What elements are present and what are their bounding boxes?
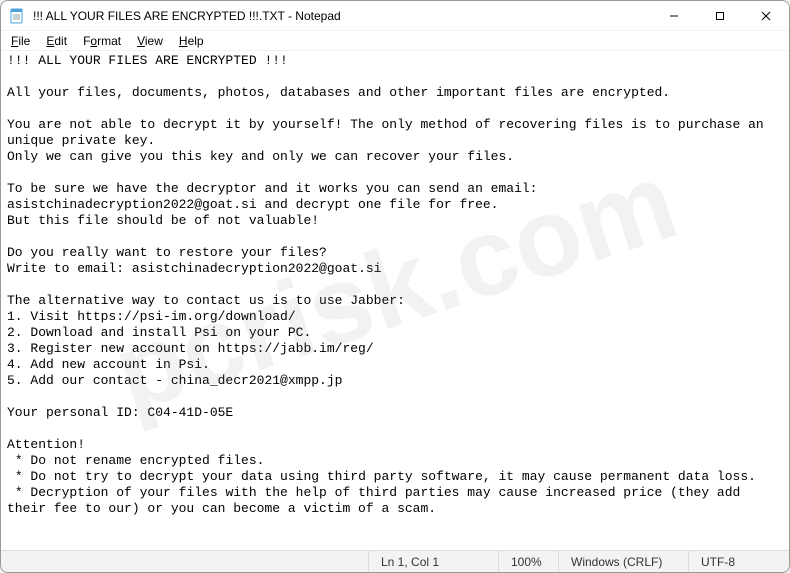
- status-zoom: 100%: [499, 551, 559, 572]
- window-title: !!! ALL YOUR FILES ARE ENCRYPTED !!!.TXT…: [33, 9, 651, 23]
- text-area[interactable]: !!! ALL YOUR FILES ARE ENCRYPTED !!! All…: [1, 51, 789, 550]
- status-line-ending: Windows (CRLF): [559, 551, 689, 572]
- notepad-window: !!! ALL YOUR FILES ARE ENCRYPTED !!!.TXT…: [0, 0, 790, 573]
- menu-format[interactable]: Format: [75, 33, 129, 49]
- menu-file[interactable]: File: [3, 33, 38, 49]
- menu-view[interactable]: View: [129, 33, 171, 49]
- statusbar: Ln 1, Col 1 100% Windows (CRLF) UTF-8: [1, 550, 789, 572]
- menubar: File Edit Format View Help: [1, 31, 789, 51]
- notepad-icon: [9, 8, 25, 24]
- window-controls: [651, 1, 789, 30]
- document-text[interactable]: !!! ALL YOUR FILES ARE ENCRYPTED !!! All…: [7, 53, 783, 517]
- titlebar[interactable]: !!! ALL YOUR FILES ARE ENCRYPTED !!!.TXT…: [1, 1, 789, 31]
- status-encoding: UTF-8: [689, 551, 789, 572]
- status-caret: Ln 1, Col 1: [369, 551, 499, 572]
- menu-help[interactable]: Help: [171, 33, 212, 49]
- close-button[interactable]: [743, 1, 789, 31]
- statusbar-spacer: [1, 551, 369, 572]
- menu-edit[interactable]: Edit: [38, 33, 75, 49]
- minimize-button[interactable]: [651, 1, 697, 31]
- maximize-button[interactable]: [697, 1, 743, 31]
